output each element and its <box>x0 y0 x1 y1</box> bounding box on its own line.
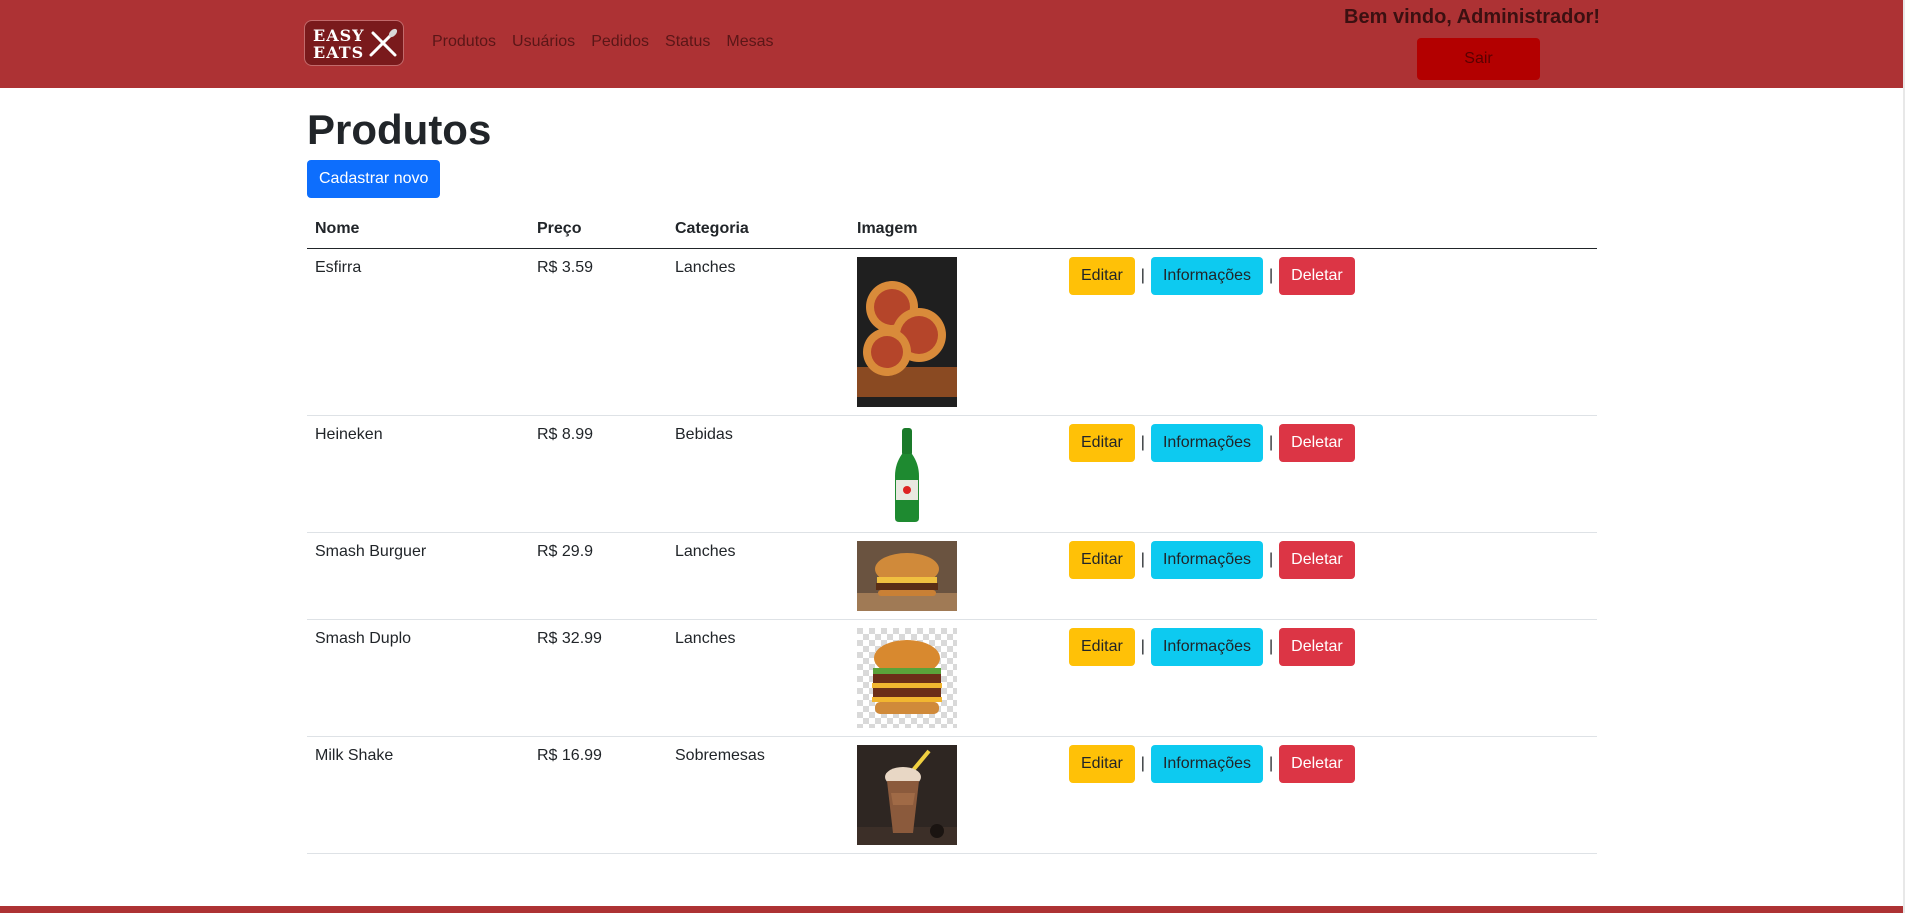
cell-actions: Editar | Informações | Deletar <box>1061 736 1597 854</box>
easy-eats-logo[interactable]: EASY EATS <box>304 20 404 66</box>
cell-nome: Smash Duplo <box>307 619 529 737</box>
header-categoria: Categoria <box>667 220 849 249</box>
edit-button[interactable]: Editar <box>1069 745 1135 783</box>
welcome-message: Bem vindo, Administrador! <box>1344 6 1600 28</box>
cell-preco: R$ 29.9 <box>529 532 667 620</box>
cell-imagem <box>849 736 1061 854</box>
separator: | <box>1140 551 1145 568</box>
cell-preco: R$ 32.99 <box>529 619 667 737</box>
separator: | <box>1140 638 1145 655</box>
table-header-row: Nome Preço Categoria Imagem <box>307 220 1597 249</box>
cell-actions: Editar | Informações | Deletar <box>1061 619 1597 737</box>
separator: | <box>1269 755 1274 772</box>
top-navbar: EASY EATS Produtos Usuários Pedidos Stat… <box>0 0 1905 88</box>
header-actions <box>1061 220 1597 249</box>
cell-actions: Editar | Informações | Deletar <box>1061 415 1597 533</box>
table-row: Smash Burguer R$ 29.9 Lanches Editar | I… <box>307 532 1597 620</box>
separator: | <box>1140 267 1145 284</box>
edit-button[interactable]: Editar <box>1069 257 1135 295</box>
separator: | <box>1269 638 1274 655</box>
milkshake-image <box>857 745 957 845</box>
row-actions: Editar | Informações | Deletar <box>1069 257 1589 295</box>
cell-nome: Esfirra <box>307 248 529 416</box>
delete-button[interactable]: Deletar <box>1279 424 1355 462</box>
main-nav: Produtos Usuários Pedidos Status Mesas <box>432 33 774 51</box>
info-button[interactable]: Informações <box>1150 257 1263 295</box>
cell-categoria: Sobremesas <box>667 736 849 854</box>
create-new-button[interactable]: Cadastrar novo <box>307 160 441 198</box>
cell-nome: Milk Shake <box>307 736 529 854</box>
nav-link-status[interactable]: Status <box>665 33 710 51</box>
fork-knife-icon <box>369 28 398 57</box>
logo-text: EASY EATS <box>313 27 373 61</box>
edit-button[interactable]: Editar <box>1069 541 1135 579</box>
header-preco: Preço <box>529 220 667 249</box>
logout-button[interactable]: Sair <box>1417 38 1540 80</box>
separator: | <box>1140 434 1145 451</box>
cell-preco: R$ 3.59 <box>529 248 667 416</box>
nav-link-usuarios[interactable]: Usuários <box>512 33 575 51</box>
row-actions: Editar | Informações | Deletar <box>1069 424 1589 462</box>
nav-link-mesas[interactable]: Mesas <box>726 33 773 51</box>
separator: | <box>1269 267 1274 284</box>
cell-preco: R$ 16.99 <box>529 736 667 854</box>
main-content: Produtos Cadastrar novo Nome Preço Categ… <box>307 100 1597 854</box>
beer-bottle-image <box>857 424 957 524</box>
info-button[interactable]: Informações <box>1150 541 1263 579</box>
logo-line-2: EATS <box>313 43 365 62</box>
info-button[interactable]: Informações <box>1150 745 1263 783</box>
cell-categoria: Lanches <box>667 248 849 416</box>
footer-bar <box>0 906 1905 913</box>
separator: | <box>1140 755 1145 772</box>
table-row: Esfirra R$ 3.59 Lanches Editar | Informa… <box>307 248 1597 416</box>
edit-button[interactable]: Editar <box>1069 628 1135 666</box>
cell-imagem <box>849 532 1061 620</box>
cell-imagem <box>849 415 1061 533</box>
logo-line-1: EASY <box>313 26 365 45</box>
table-row: Milk Shake R$ 16.99 Sobremesas Editar | … <box>307 736 1597 854</box>
cell-categoria: Lanches <box>667 619 849 737</box>
cell-actions: Editar | Informações | Deletar <box>1061 248 1597 416</box>
row-actions: Editar | Informações | Deletar <box>1069 541 1589 579</box>
table-row: Heineken R$ 8.99 Bebidas Editar | Inform… <box>307 415 1597 533</box>
row-actions: Editar | Informações | Deletar <box>1069 628 1589 666</box>
esfirra-image <box>857 257 957 407</box>
nav-link-pedidos[interactable]: Pedidos <box>591 33 649 51</box>
cell-imagem <box>849 248 1061 416</box>
double-burger-image <box>857 628 957 728</box>
separator: | <box>1269 434 1274 451</box>
info-button[interactable]: Informações <box>1150 628 1263 666</box>
row-actions: Editar | Informações | Deletar <box>1069 745 1589 783</box>
cell-nome: Smash Burguer <box>307 532 529 620</box>
cell-imagem <box>849 619 1061 737</box>
page-title: Produtos <box>307 106 492 153</box>
delete-button[interactable]: Deletar <box>1279 628 1355 666</box>
delete-button[interactable]: Deletar <box>1279 257 1355 295</box>
cell-nome: Heineken <box>307 415 529 533</box>
header-nome: Nome <box>307 220 529 249</box>
table-row: Smash Duplo R$ 32.99 Lanches Editar | In… <box>307 619 1597 737</box>
cell-preco: R$ 8.99 <box>529 415 667 533</box>
header-imagem: Imagem <box>849 220 1061 249</box>
delete-button[interactable]: Deletar <box>1279 745 1355 783</box>
cell-actions: Editar | Informações | Deletar <box>1061 532 1597 620</box>
cell-categoria: Lanches <box>667 532 849 620</box>
info-button[interactable]: Informações <box>1150 424 1263 462</box>
nav-link-produtos[interactable]: Produtos <box>432 33 496 51</box>
separator: | <box>1269 551 1274 568</box>
burger-image <box>857 541 957 611</box>
products-table: Nome Preço Categoria Imagem Esfirra R$ 3… <box>307 220 1597 854</box>
delete-button[interactable]: Deletar <box>1279 541 1355 579</box>
cell-categoria: Bebidas <box>667 415 849 533</box>
edit-button[interactable]: Editar <box>1069 424 1135 462</box>
